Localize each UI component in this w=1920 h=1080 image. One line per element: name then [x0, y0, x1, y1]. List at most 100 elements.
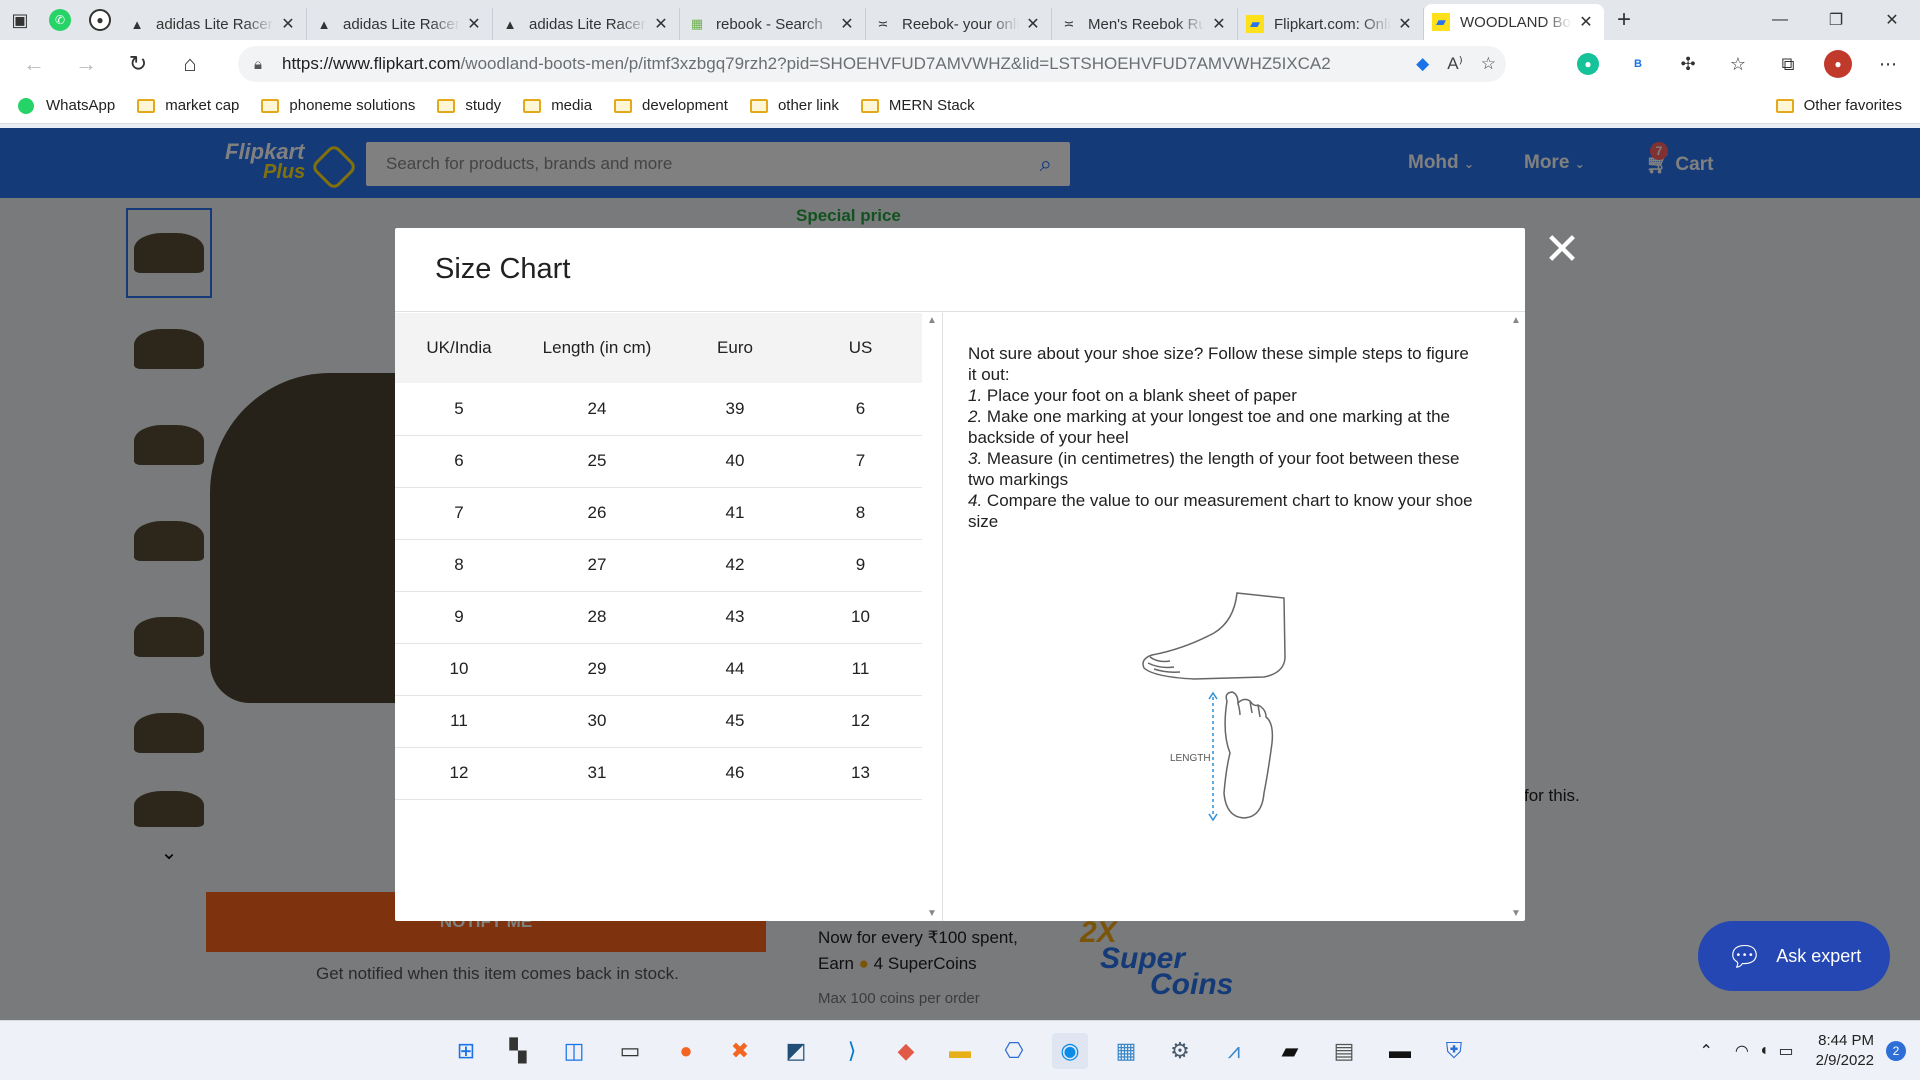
bookmark-folder-study[interactable]: study [437, 97, 501, 114]
scroll-up-arrow-icon[interactable]: ▲ [1511, 315, 1521, 326]
scroll-down-arrow-icon[interactable]: ▼ [927, 908, 937, 919]
edge-browser-icon[interactable]: ◉ [1052, 1033, 1088, 1069]
file-explorer-icon[interactable]: ▬ [942, 1033, 978, 1069]
mysql-workbench-icon[interactable]: ◩ [778, 1033, 814, 1069]
volume-icon[interactable]: ◖ [1759, 1042, 1769, 1060]
bookmark-whatsapp[interactable]: WhatsApp [18, 97, 115, 114]
browser-tab[interactable]: ≍ Men's Reebok Running Shoes✕ [1052, 8, 1238, 40]
battery-icon[interactable]: ▭ [1778, 1041, 1793, 1061]
settings-more-icon[interactable]: ⋯ [1868, 44, 1908, 84]
bookmark-folder-phoneme[interactable]: phoneme solutions [261, 97, 415, 114]
restore-button[interactable]: ❐ [1808, 0, 1864, 40]
account-menu[interactable]: Mohd ⌄ [1408, 152, 1474, 174]
browser-tab[interactable]: ▰ WOODLAND Boots for Men✕ [1424, 4, 1604, 40]
read-aloud-icon[interactable]: A⁾ [1447, 54, 1463, 74]
thumbnail-image[interactable] [126, 496, 212, 586]
more-menu[interactable]: More ⌄ [1524, 152, 1585, 174]
tab-close-icon[interactable]: ✕ [278, 14, 298, 34]
favorites-icon[interactable]: ☆ [1718, 44, 1758, 84]
thumbnail-image[interactable] [126, 400, 212, 490]
table-scrollbar[interactable]: ▲ ▼ [925, 313, 941, 921]
refresh-button[interactable]: ↻ [112, 44, 164, 84]
table-body: 5 24 39 6 6 25 40 7 7 26 41 8 8 27 42 9 9 28 43 10 10 29 44 11 1… [395, 383, 922, 800]
minimize-button[interactable]: — [1752, 0, 1808, 40]
xampp-icon[interactable]: ✖ [722, 1033, 758, 1069]
sticky-notes-icon[interactable]: ▰ [1272, 1033, 1308, 1069]
postman-icon[interactable]: ● [668, 1033, 704, 1069]
vscode-icon[interactable]: ⟩ [834, 1033, 870, 1069]
add-favorite-icon[interactable]: ☆ [1481, 54, 1496, 74]
forward-button[interactable]: → [60, 44, 112, 84]
bing-extension-icon[interactable]: B [1618, 44, 1658, 84]
tab-close-icon[interactable]: ✕ [1576, 12, 1596, 32]
scroll-down-arrow-icon[interactable]: ▼ [1511, 908, 1521, 919]
notification-badge[interactable]: 2 [1886, 1041, 1906, 1061]
window-close-button[interactable]: ✕ [1864, 0, 1920, 40]
tray-chevron-up-icon[interactable]: ⌃ [1699, 1041, 1712, 1061]
thumbnail-image[interactable] [126, 592, 212, 682]
thumbnail-image[interactable] [126, 784, 212, 834]
thumbnails-down-chevron-icon[interactable]: ⌄ [126, 840, 212, 865]
new-tab-button[interactable]: + [1604, 6, 1644, 34]
bookmark-folder-other-link[interactable]: other link [749, 97, 839, 114]
home-button[interactable]: ⌂ [164, 44, 216, 84]
profile-avatar[interactable]: ● [1818, 44, 1858, 84]
step-number: 3. [968, 449, 983, 468]
search-icon[interactable]: ⌕ [1040, 151, 1052, 177]
browser-tab[interactable]: ▰ Flipkart.com: Online Shopping✕ [1238, 8, 1424, 40]
collections-icon[interactable]: ⧉ [1768, 44, 1808, 84]
modal-close-icon[interactable]: ✕ [1540, 228, 1584, 272]
tab-close-icon[interactable]: ✕ [837, 14, 857, 34]
cart-link[interactable]: 🛒︎ 7 Cart [1646, 142, 1713, 176]
tab-close-icon[interactable]: ✕ [1209, 14, 1229, 34]
clock[interactable]: 8:44 PM 2/9/2022 [1816, 1031, 1874, 1071]
task-view-icon[interactable]: ▚ [500, 1033, 536, 1069]
scroll-up-arrow-icon[interactable]: ▲ [927, 315, 937, 326]
pinned-github-tab[interactable]: ● [80, 0, 120, 40]
ask-expert-button[interactable]: 💬︎ Ask expert [1698, 921, 1890, 991]
table-row: 6 25 40 7 [395, 435, 922, 488]
notify-helper-text: Get notified when this item comes back i… [316, 964, 679, 983]
resource-monitor-icon[interactable]: ⩘ [1216, 1033, 1252, 1069]
widgets-icon[interactable]: ◫ [556, 1033, 592, 1069]
thumbnail-image[interactable] [126, 208, 212, 298]
security-shield-icon[interactable]: ⛨ [1436, 1033, 1472, 1069]
git-icon[interactable]: ◆ [888, 1033, 924, 1069]
browser-tab[interactable]: ▲ adidas Lite Racer ✕ [120, 8, 307, 40]
control-panel-icon[interactable]: ▦ [1108, 1033, 1144, 1069]
site-search-input[interactable]: Search for products, brands and more ⌕ [366, 142, 1070, 186]
settings-gear-icon[interactable]: ⚙ [1162, 1033, 1198, 1069]
table-cell: 6 [799, 383, 922, 436]
browser-tab[interactable]: ▲ adidas Lite Racer ✕ [493, 8, 680, 40]
thumbnail-image[interactable] [126, 304, 212, 394]
grammarly-icon[interactable]: ● [1568, 44, 1608, 84]
browser-tab[interactable]: ▲ adidas Lite Racer ✕ [307, 8, 493, 40]
tab-actions-icon[interactable]: ▣ [0, 0, 40, 40]
windows-start-icon[interactable]: ⊞ [448, 1033, 484, 1069]
tab-title: Men's Reebok Running Shoes [1088, 15, 1205, 33]
tab-close-icon[interactable]: ✕ [1023, 14, 1043, 34]
bookmark-folder-mern[interactable]: MERN Stack [860, 97, 975, 114]
wifi-icon[interactable]: ◠ [1735, 1041, 1749, 1061]
guide-scrollbar[interactable]: ▲ ▼ [1509, 313, 1525, 921]
terminal-icon[interactable]: ▭ [612, 1033, 648, 1069]
bookmark-folder-development[interactable]: development [614, 97, 728, 114]
back-button[interactable]: ← [8, 44, 60, 84]
thumbnail-image[interactable] [126, 688, 212, 778]
browser-tab[interactable]: ≍ Reebok- your online store✕ [866, 8, 1052, 40]
command-prompt-icon[interactable]: ▬ [1382, 1033, 1418, 1069]
bookmark-folder-media[interactable]: media [523, 97, 592, 114]
pinned-whatsapp-tab[interactable]: ✆ [40, 0, 80, 40]
browser-tab[interactable]: ▦ rebook - Search ✕ [680, 8, 866, 40]
other-favorites[interactable]: Other favorites [1775, 97, 1902, 114]
tab-close-icon[interactable]: ✕ [651, 14, 671, 34]
coupon-tag-icon[interactable]: ◆ [1416, 54, 1429, 74]
tab-close-icon[interactable]: ✕ [464, 14, 484, 34]
address-bar[interactable]: 🔒︎ https://www.flipkart.com/woodland-boo… [238, 46, 1506, 82]
extensions-icon[interactable]: ✣ [1668, 44, 1708, 84]
calculator-icon[interactable]: ▤ [1326, 1033, 1362, 1069]
network-app-icon[interactable]: ⎔ [996, 1033, 1032, 1069]
flipkart-plus-logo[interactable]: Flipkart Plus [225, 141, 359, 192]
bookmark-folder-market-cap[interactable]: market cap [137, 97, 239, 114]
tab-close-icon[interactable]: ✕ [1395, 14, 1415, 34]
